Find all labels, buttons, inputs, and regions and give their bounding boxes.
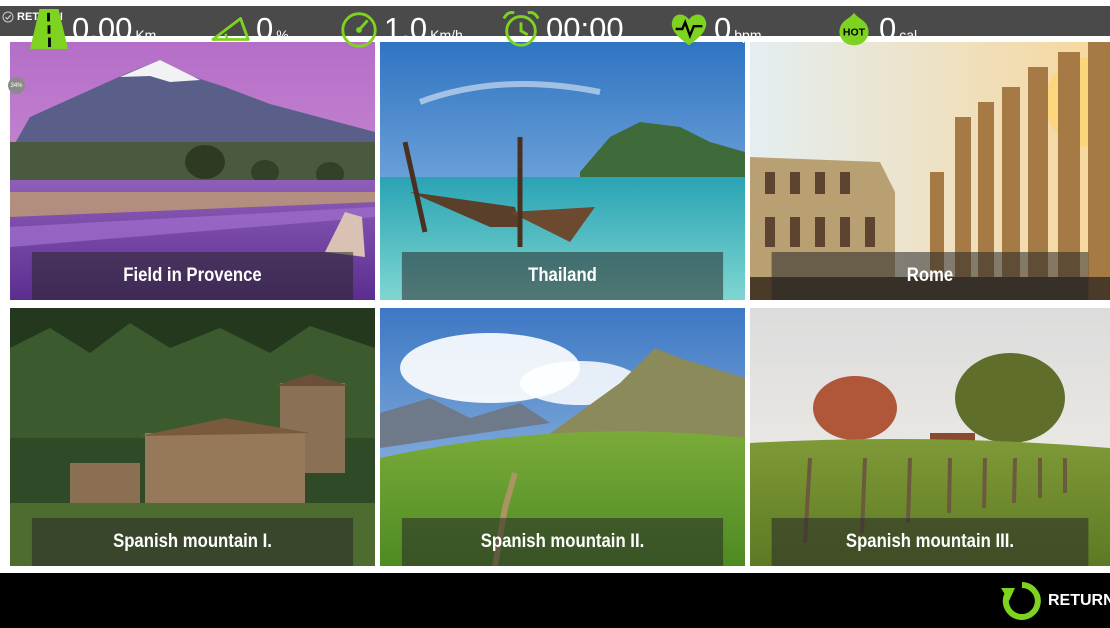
return-arrow-icon (1001, 582, 1041, 620)
speedometer-icon (341, 12, 377, 48)
incline-value: 0 (256, 11, 274, 46)
status-bar (0, 573, 1110, 628)
heart-rate-value: 0 (714, 11, 732, 46)
check-circle-icon (2, 11, 14, 23)
scene-tile-spanish-mountain-2[interactable]: Spanish mountain II. (380, 308, 745, 566)
alarm-clock-icon (502, 10, 540, 47)
incline-stat: 0 % (210, 6, 289, 52)
speed-value: 1.0 (384, 11, 428, 46)
incline-icon (211, 17, 250, 41)
calories-stat: HOT 0 cal (833, 6, 917, 52)
svg-text:HOT: HOT (843, 27, 866, 39)
hot-flame-icon: HOT (839, 12, 869, 46)
speed-unit: Km/h (430, 27, 463, 43)
return-button-bottom[interactable]: RETURN (1000, 579, 1110, 623)
heart-rate-unit: bpm (734, 27, 762, 43)
scene-caption: Rome (771, 252, 1089, 300)
progress-badge: 34% (8, 77, 25, 94)
scene-caption: Spanish mountain I. (31, 518, 354, 566)
time-stat: 00:00 (500, 6, 624, 52)
calories-value: 0 (879, 11, 897, 46)
speed-stat: 1.0 Km/h (338, 6, 463, 52)
distance-unit: Km (135, 27, 157, 43)
heart-pulse-icon (671, 14, 707, 46)
scene-tile-provence[interactable]: Field in Provence (10, 42, 375, 300)
scene-tile-thailand[interactable]: Thailand (380, 42, 745, 300)
time-value: 00:00 (546, 11, 624, 46)
calories-unit: cal (899, 27, 918, 43)
scene-tile-rome[interactable]: Rome (750, 42, 1110, 300)
heart-rate-stat: 0 bpm (668, 6, 761, 52)
incline-unit: % (276, 27, 289, 43)
scene-caption: Spanish mountain II. (401, 518, 724, 566)
scene-caption: Field in Provence (31, 252, 354, 300)
scene-tile-spanish-mountain-1[interactable]: Spanish mountain I. (10, 308, 375, 566)
scene-caption: Thailand (401, 252, 724, 300)
distance-stat: 0.00 Km (30, 6, 156, 52)
road-icon (30, 9, 68, 49)
return-label-bottom: RETURN (1048, 592, 1110, 609)
scene-tile-spanish-mountain-3[interactable]: Spanish mountain III. (750, 308, 1110, 566)
scene-caption: Spanish mountain III. (771, 518, 1089, 566)
distance-value: 0.00 (72, 11, 133, 46)
